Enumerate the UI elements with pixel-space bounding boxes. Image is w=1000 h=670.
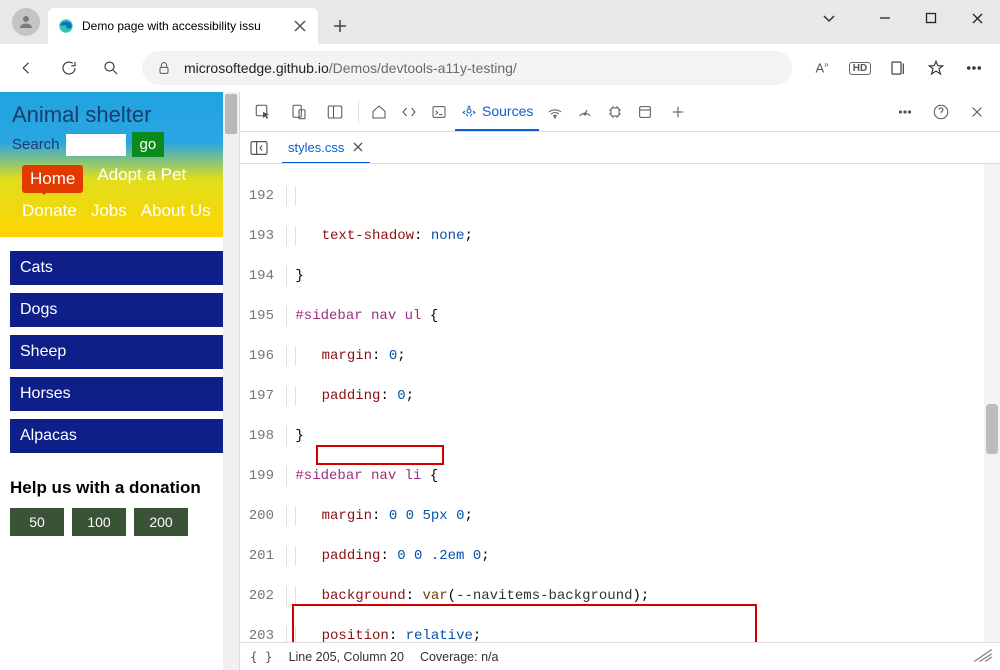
back-button[interactable] [8, 49, 46, 87]
nav-adopt[interactable]: Adopt a Pet [97, 165, 186, 193]
devtools-statusbar: { } Line 205, Column 20 Coverage: n/a [240, 642, 1000, 670]
site-title: Animal shelter [12, 102, 227, 128]
address-bar[interactable]: microsoftedge.github.io/Demos/devtools-a… [142, 51, 792, 85]
help-button[interactable] [924, 95, 958, 129]
browser-tab[interactable]: Demo page with accessibility issu [48, 8, 318, 44]
category-list: Cats Dogs Sheep Horses Alpacas [0, 237, 239, 467]
nav-home[interactable]: Home [22, 165, 83, 193]
file-tabstrip: styles.css [240, 132, 1000, 164]
collections-button[interactable] [880, 49, 916, 87]
lock-icon [156, 60, 172, 76]
code-editor[interactable]: 192 193 text-shadow: none; 194 } 195 #si… [240, 164, 1000, 642]
webpage-pane: Animal shelter Search go Home Adopt a Pe… [0, 92, 240, 670]
file-tab-styles-css[interactable]: styles.css [282, 132, 370, 163]
tab-memory[interactable] [601, 93, 629, 131]
tab-application[interactable] [631, 93, 659, 131]
refresh-button[interactable] [50, 49, 88, 87]
new-tab-button[interactable] [324, 10, 356, 42]
favorite-button[interactable] [918, 49, 954, 87]
close-icon[interactable] [352, 141, 364, 153]
cursor-position: Line 205, Column 20 [289, 650, 404, 664]
search-button[interactable] [92, 49, 130, 87]
window-titlebar: Demo page with accessibility issu [0, 0, 1000, 44]
editor-scrollbar[interactable] [984, 164, 1000, 642]
tab-sources-label: Sources [482, 103, 533, 119]
edge-icon [58, 18, 74, 34]
list-item[interactable]: Alpacas [10, 419, 229, 453]
pretty-print-button[interactable]: { } [250, 649, 273, 664]
devtools-tabstrip: Sources [240, 92, 1000, 132]
settings-more-button[interactable] [956, 49, 992, 87]
url-text: microsoftedge.github.io/Demos/devtools-a… [184, 60, 517, 76]
nav-jobs[interactable]: Jobs [91, 201, 127, 221]
maximize-button[interactable] [908, 0, 954, 36]
donate-50-button[interactable]: 50 [10, 508, 64, 536]
minimize-button[interactable] [862, 0, 908, 36]
nav-donate[interactable]: Donate [22, 201, 77, 221]
resize-handle-icon[interactable] [972, 648, 994, 664]
coverage-status: Coverage: n/a [420, 650, 499, 664]
search-input[interactable] [66, 134, 126, 156]
close-window-button[interactable] [954, 0, 1000, 36]
devtools-close-button[interactable] [960, 95, 994, 129]
donation-section: Help us with a donation 50 100 200 [0, 467, 239, 546]
main-nav: Home Adopt a Pet Donate Jobs About Us [12, 157, 227, 231]
tab-console[interactable] [425, 93, 453, 131]
devtools-pane: Sources styles.css 192 [240, 92, 1000, 670]
page-scrollbar[interactable] [223, 92, 239, 670]
devtools-more-button[interactable] [888, 95, 922, 129]
more-tabs-button[interactable] [661, 95, 695, 129]
browser-toolbar: microsoftedge.github.io/Demos/devtools-a… [0, 44, 1000, 92]
hd-button[interactable]: HD [842, 49, 878, 87]
device-emulation-button[interactable] [282, 95, 316, 129]
inspect-element-button[interactable] [246, 95, 280, 129]
go-button[interactable]: go [132, 132, 165, 157]
tab-welcome[interactable] [365, 93, 393, 131]
list-item[interactable]: Dogs [10, 293, 229, 327]
search-label: Search [12, 136, 60, 153]
tab-actions-chevron-icon[interactable] [806, 0, 852, 36]
list-item[interactable]: Sheep [10, 335, 229, 369]
tab-network[interactable] [541, 93, 569, 131]
nav-about[interactable]: About Us [141, 201, 211, 221]
donation-heading: Help us with a donation [10, 477, 229, 498]
navigator-toggle-button[interactable] [246, 136, 272, 160]
profile-button[interactable] [12, 8, 40, 36]
donate-200-button[interactable]: 200 [134, 508, 188, 536]
tab-performance[interactable] [571, 93, 599, 131]
list-item[interactable]: Cats [10, 251, 229, 285]
main-content: Animal shelter Search go Home Adopt a Pe… [0, 92, 1000, 670]
tab-title: Demo page with accessibility issu [82, 19, 292, 33]
tab-close-icon[interactable] [292, 18, 308, 34]
tab-elements[interactable] [395, 93, 423, 131]
read-aloud-button[interactable]: A» [804, 49, 840, 87]
dock-side-button[interactable] [318, 95, 352, 129]
list-item[interactable]: Horses [10, 377, 229, 411]
page-header: Animal shelter Search go Home Adopt a Pe… [0, 92, 239, 237]
tab-sources[interactable]: Sources [455, 93, 539, 131]
donate-100-button[interactable]: 100 [72, 508, 126, 536]
